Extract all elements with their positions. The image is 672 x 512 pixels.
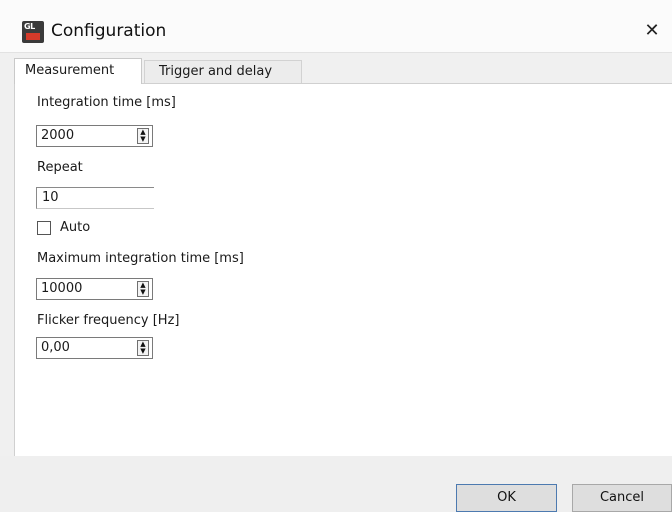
title-bar: GL Configuration ✕: [0, 0, 672, 53]
close-button[interactable]: ✕: [632, 14, 672, 48]
app-icon: GL: [22, 21, 44, 43]
integration-time-label: Integration time [ms]: [37, 95, 176, 110]
max-integration-time-label: Maximum integration time [ms]: [37, 251, 244, 266]
window-title: Configuration: [51, 21, 167, 41]
integration-time-spinbox[interactable]: 2000 ▲ ▼: [36, 125, 153, 147]
spin-arrows-icon[interactable]: ▲ ▼: [137, 128, 149, 144]
cancel-button[interactable]: Cancel: [572, 484, 672, 512]
configuration-dialog: GL Configuration ✕ Measurement Trigger a…: [0, 0, 672, 512]
max-integration-time-value: 10000: [41, 281, 83, 296]
tab-trigger-and-delay[interactable]: Trigger and delay: [144, 60, 302, 83]
auto-label: Auto: [60, 220, 91, 235]
integration-time-value: 2000: [41, 128, 75, 143]
ok-button[interactable]: OK: [456, 484, 557, 512]
max-integration-time-spinbox[interactable]: 10000 ▲ ▼: [36, 278, 153, 300]
flicker-frequency-value: 0,00: [41, 340, 70, 355]
measurement-panel: Integration time [ms] 2000 ▲ ▼ Repeat 10 …: [14, 83, 672, 457]
repeat-input[interactable]: 10: [36, 187, 154, 209]
flicker-frequency-spinbox[interactable]: 0,00 ▲ ▼: [36, 337, 153, 359]
spin-arrows-icon[interactable]: ▲ ▼: [137, 281, 149, 297]
flicker-frequency-label: Flicker frequency [Hz]: [37, 313, 180, 328]
spin-arrows-icon[interactable]: ▲ ▼: [137, 340, 149, 356]
repeat-label: Repeat: [37, 160, 83, 175]
close-icon: ✕: [644, 20, 660, 41]
tab-strip: Measurement Trigger and delay: [14, 58, 672, 84]
repeat-value: 10: [42, 190, 59, 205]
app-icon-text: GL: [24, 22, 35, 31]
auto-checkbox[interactable]: [37, 221, 51, 235]
tab-measurement[interactable]: Measurement: [14, 58, 142, 84]
